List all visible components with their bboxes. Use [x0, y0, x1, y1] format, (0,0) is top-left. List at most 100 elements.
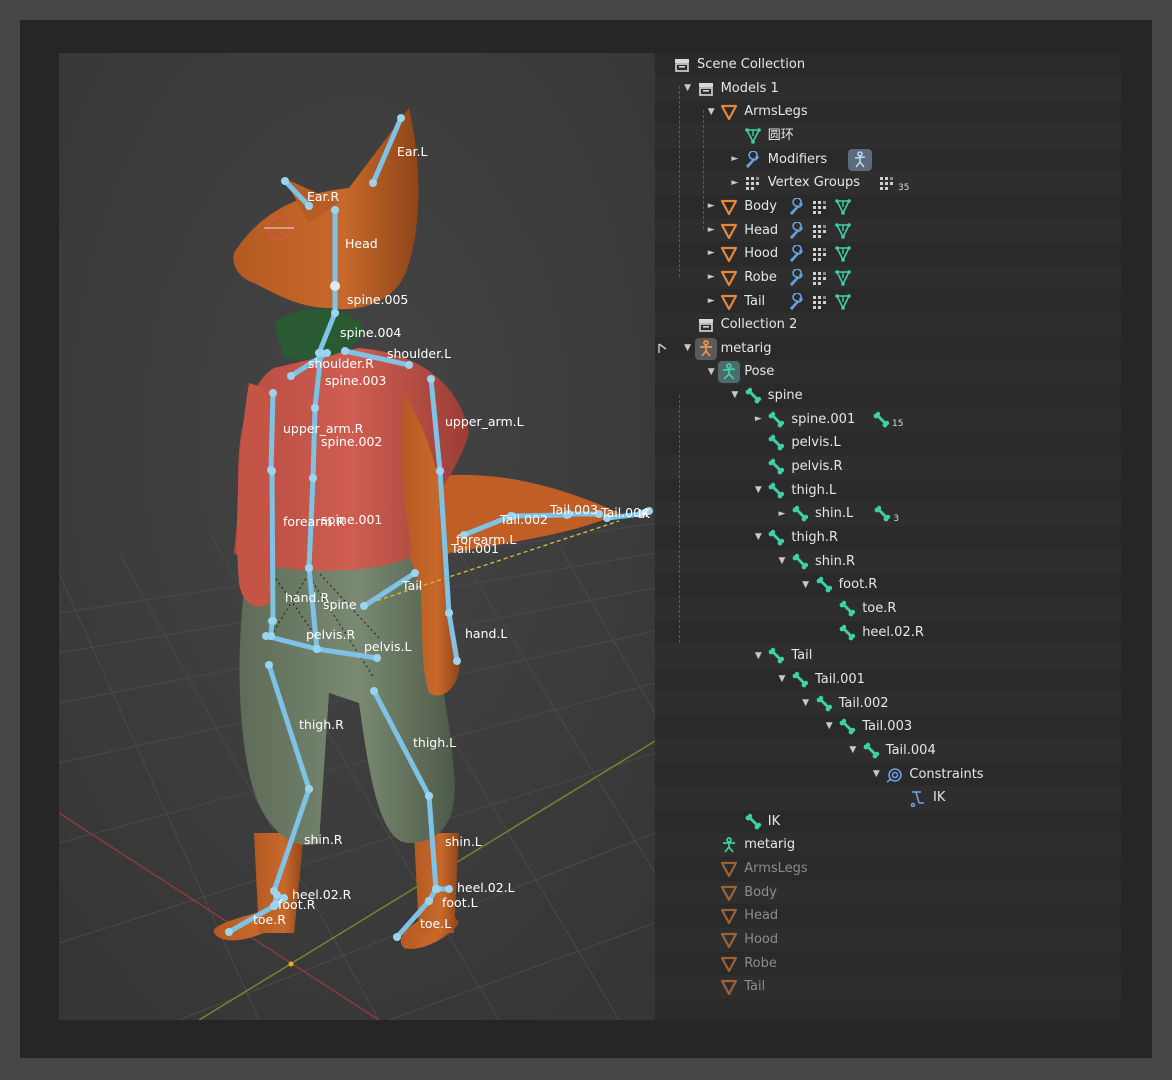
bone-joint[interactable]: [305, 564, 313, 572]
outliner-row-pose[interactable]: ▼ Pose: [655, 360, 1121, 385]
outliner-row-tail-003[interactable]: ▼ Tail.003: [655, 715, 1121, 739]
3d-viewport[interactable]: Ear.L Ear.R Head spine.005 spine.004 shoulder…: [59, 53, 655, 1020]
bone-joint[interactable]: [268, 617, 276, 625]
mesh-data-icon[interactable]: [834, 245, 852, 263]
outliner-row-armslegs[interactable]: ▼ ArmsLegs: [655, 100, 1121, 124]
bone-joint[interactable]: [405, 361, 413, 369]
bone-joint[interactable]: [225, 928, 233, 936]
outliner-row-tail-004[interactable]: ▼ Tail.004: [655, 738, 1121, 763]
vertex-groups-icon[interactable]: [811, 198, 829, 216]
bone-joint[interactable]: [453, 657, 461, 665]
bone-joint[interactable]: [370, 687, 378, 695]
outliner-row-tail-002[interactable]: ▼ Tail.002: [655, 691, 1121, 716]
selected-joint[interactable]: [330, 281, 340, 291]
vertex-groups-icon[interactable]: [811, 293, 829, 311]
collapse-triangle-icon[interactable]: ▼: [777, 668, 787, 691]
bone-joint[interactable]: [269, 389, 277, 397]
wrench-icon[interactable]: [788, 245, 806, 263]
outliner-row-collection-2[interactable]: Collection 2: [655, 313, 1121, 337]
bone-joint[interactable]: [311, 404, 319, 412]
outliner-row-pelvis-l[interactable]: pelvis.L: [655, 431, 1121, 455]
collapse-triangle-icon[interactable]: ▼: [730, 384, 740, 407]
collapse-triangle-icon[interactable]: ▼: [848, 739, 858, 762]
bone-joint[interactable]: [360, 602, 368, 610]
outliner-row-[interactable]: 圆环: [655, 123, 1121, 148]
outliner-row-hood[interactable]: ► Hood: [655, 242, 1121, 266]
outliner-row-models-1[interactable]: ▼ Models 1: [655, 76, 1121, 101]
expand-triangle-icon[interactable]: ►: [730, 172, 740, 195]
mesh-data-icon[interactable]: [834, 269, 852, 287]
bone-joint[interactable]: [331, 206, 339, 214]
outliner-row-heel-02-r[interactable]: heel.02.R: [655, 621, 1121, 645]
collapse-triangle-icon[interactable]: ▼: [777, 550, 787, 573]
outliner-row-tail-001[interactable]: ▼ Tail.001: [655, 668, 1121, 692]
bone-joint[interactable]: [436, 467, 444, 475]
outliner-row-spine[interactable]: ▼ spine: [655, 384, 1121, 408]
expand-triangle-icon[interactable]: ►: [753, 408, 763, 431]
mesh-data-icon[interactable]: [834, 222, 852, 240]
bone-joint[interactable]: [397, 114, 405, 122]
outliner-panel[interactable]: Scene Collection ▼ Models 1 ▼ ArmsLegs 圆环 ► Mod…: [655, 53, 1121, 1020]
outliner-row-constraints[interactable]: ▼ Constraints: [655, 763, 1121, 787]
pose-mode-pick-icon[interactable]: [657, 341, 669, 355]
bone-joint[interactable]: [268, 467, 276, 475]
bone-joint[interactable]: [445, 609, 453, 617]
outliner-row-scene-collection[interactable]: Scene Collection: [655, 53, 1121, 77]
vertex-groups-icon[interactable]: [811, 222, 829, 240]
outliner-row-vertex-groups[interactable]: ► Vertex Groups 35: [655, 171, 1121, 195]
bone-joint[interactable]: [393, 933, 401, 941]
vertex-groups-icon[interactable]: [878, 174, 896, 192]
expand-triangle-icon[interactable]: ►: [730, 148, 740, 171]
wrench-icon[interactable]: [788, 197, 806, 216]
bone-joint[interactable]: [331, 309, 339, 317]
bone-joint[interactable]: [373, 654, 381, 662]
outliner-row-head[interactable]: ► Head: [655, 218, 1121, 243]
outliner-row-robe[interactable]: ► Robe: [655, 265, 1121, 290]
bone-joint[interactable]: [427, 375, 435, 383]
collapse-triangle-icon[interactable]: ▼: [753, 526, 763, 549]
bone-joint[interactable]: [369, 179, 377, 187]
bone-joint[interactable]: [425, 897, 433, 905]
collapse-triangle-icon[interactable]: ▼: [683, 77, 693, 100]
outliner-row-metarig[interactable]: metarig: [655, 833, 1121, 858]
outliner-row-armslegs[interactable]: ArmsLegs: [655, 857, 1121, 881]
collapse-triangle-icon[interactable]: ▼: [706, 101, 716, 124]
expand-triangle-icon[interactable]: ►: [777, 503, 787, 526]
outliner-row-body[interactable]: ► Body: [655, 195, 1121, 219]
collapse-triangle-icon[interactable]: ▼: [683, 337, 693, 360]
bone-joint[interactable]: [425, 792, 433, 800]
bone-spine-002[interactable]: [310, 405, 318, 481]
collapse-triangle-icon[interactable]: ▼: [824, 715, 834, 738]
bone-icon[interactable]: [873, 505, 891, 523]
armature-modifier-icon[interactable]: [848, 148, 873, 171]
collapse-triangle-icon[interactable]: ▼: [706, 361, 716, 384]
collapse-triangle-icon[interactable]: ▼: [753, 479, 763, 502]
vertex-groups-icon[interactable]: [811, 269, 829, 287]
outliner-row-shin-l[interactable]: ► shin.L 3: [655, 502, 1121, 526]
bone-forearm-r[interactable]: [269, 468, 276, 624]
expand-triangle-icon[interactable]: ►: [706, 290, 716, 313]
expand-triangle-icon[interactable]: ►: [706, 242, 716, 265]
outliner-row-modifiers[interactable]: ► Modifiers: [655, 148, 1121, 172]
bone-upper-arm-r[interactable]: [268, 390, 276, 473]
bone-joint[interactable]: [341, 347, 349, 355]
collapse-triangle-icon[interactable]: ▼: [871, 763, 881, 786]
mesh-data-icon[interactable]: [834, 293, 852, 311]
bone-joint[interactable]: [432, 885, 440, 893]
outliner-row-thigh-r[interactable]: ▼ thigh.R: [655, 526, 1121, 550]
outliner-row-body[interactable]: Body: [655, 880, 1121, 905]
collapse-triangle-icon[interactable]: ▼: [801, 692, 811, 715]
outliner-row-tail[interactable]: Tail: [655, 975, 1121, 999]
outliner-row-hood[interactable]: Hood: [655, 928, 1121, 952]
bone-joint[interactable]: [305, 785, 313, 793]
bone-joint[interactable]: [445, 885, 453, 893]
wrench-icon[interactable]: [788, 292, 806, 311]
outliner-row-ik[interactable]: IK: [655, 810, 1121, 834]
outliner-row-head[interactable]: Head: [655, 904, 1121, 928]
bone-joint[interactable]: [313, 645, 321, 653]
outliner-row-thigh-l[interactable]: ▼ thigh.L: [655, 479, 1121, 503]
bone-joint[interactable]: [287, 372, 295, 380]
collapse-triangle-icon[interactable]: ▼: [753, 645, 763, 668]
outliner-row-robe[interactable]: Robe: [655, 952, 1121, 976]
outliner-row-pelvis-r[interactable]: pelvis.R: [655, 455, 1121, 479]
